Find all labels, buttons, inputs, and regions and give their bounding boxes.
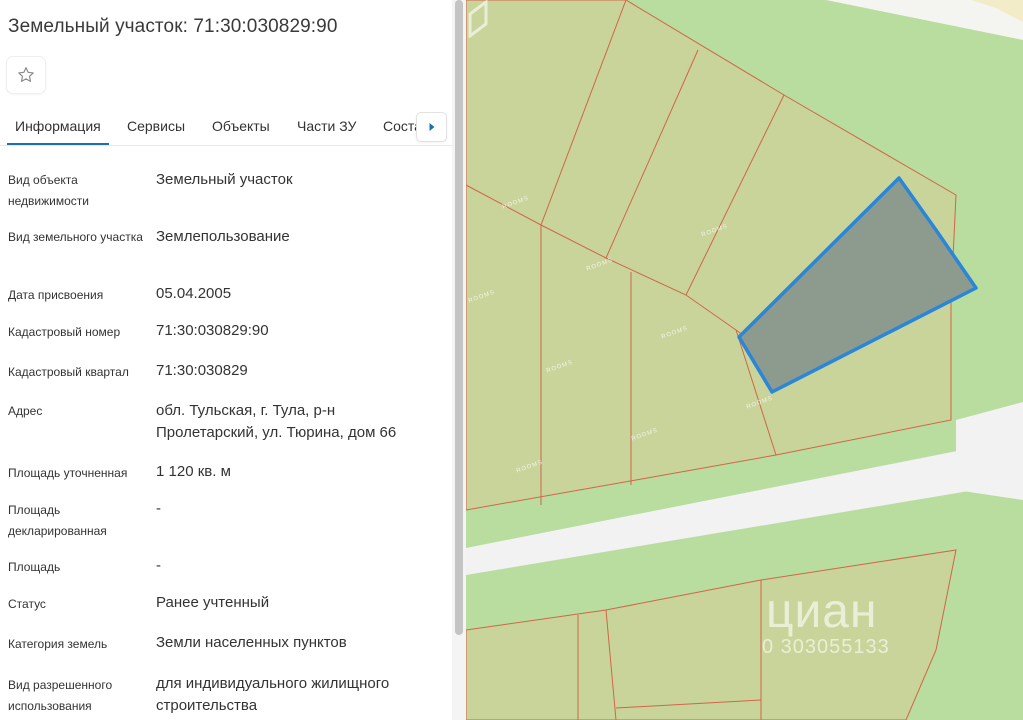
chevron-right-icon [429, 123, 434, 131]
area-value: - [156, 557, 161, 574]
map-canvas [466, 0, 1023, 720]
tab-information[interactable]: Информация [7, 118, 109, 145]
panel-scrollbar[interactable] [452, 0, 466, 720]
cadastral-block-value: 71:30:030829 [156, 362, 248, 379]
page-title: Земельный участок: 71:30:030829:90 [8, 16, 338, 37]
assigned-date-label: Дата присвоения [8, 288, 104, 302]
plot-type-value: Землепользование [156, 228, 290, 245]
star-outline-icon [18, 67, 34, 82]
object-type-value: Земельный участок [156, 171, 293, 188]
cadastral-number-value: 71:30:030829:90 [156, 322, 269, 339]
assigned-date-value: 05.04.2005 [156, 285, 232, 302]
lower-parcel-block [466, 549, 957, 720]
tab-objects[interactable]: Объекты [212, 118, 270, 134]
cian-watermark: циан [766, 585, 878, 638]
cian-logo-icon [468, 0, 488, 38]
address-label: Адрес [8, 404, 43, 418]
object-type-label: Вид объекта недвижимости [8, 173, 89, 208]
land-category-value: Земли населенных пунктов [156, 634, 347, 651]
scrollbar-thumb[interactable] [455, 0, 463, 635]
status-value: Ранее учтенный [156, 594, 270, 611]
permitted-use-label: Вид разрешенного использования [8, 678, 113, 713]
area-declared-value: - [156, 500, 161, 517]
cadastral-number-label: Кадастровый номер [8, 325, 121, 339]
cadastral-block-label: Кадастровый квартал [8, 365, 129, 379]
area-declared-label: Площадь декларированная [8, 503, 107, 538]
cadastral-map[interactable]: ROOMS ROOMS ROOMS ROOMS ROOMS ROOMS ROOM… [466, 0, 1023, 720]
side-road [956, 402, 1023, 500]
info-panel: Земельный участок: 71:30:030829:90 Инфор… [0, 0, 452, 720]
plot-type-label: Вид земельного участка [8, 230, 143, 244]
favorite-button[interactable] [7, 57, 45, 93]
cian-listing-id: 0 303055133 [762, 636, 890, 658]
status-label: Статус [8, 597, 46, 611]
tab-parts[interactable]: Части ЗУ [297, 118, 356, 134]
land-category-label: Категория земель [8, 637, 108, 651]
tab-bar: Информация Сервисы Объекты Части ЗУ Сост… [0, 108, 452, 146]
tab-services[interactable]: Сервисы [127, 118, 185, 134]
area-refined-value: 1 120 кв. м [156, 463, 231, 480]
permitted-use-value: для индивидуального жилищного строительс… [156, 675, 390, 714]
address-value: обл. Тульская, г. Тула, р-н Пролетарский… [156, 402, 397, 441]
tabs-scroll-right-button[interactable] [417, 113, 446, 141]
area-refined-label: Площадь уточненная [8, 466, 128, 480]
area-label: Площадь [8, 560, 61, 574]
